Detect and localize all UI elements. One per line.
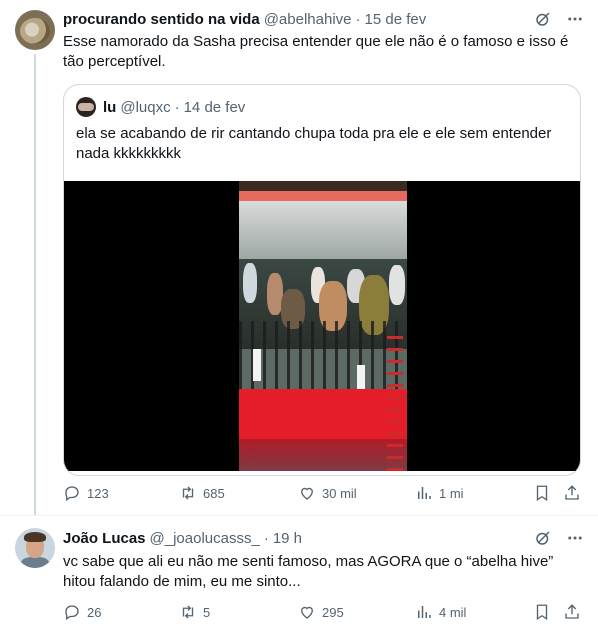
repost-button[interactable]: 5 — [179, 602, 210, 622]
like-count: 30 mil — [322, 485, 357, 501]
views-button[interactable]: 1 mi — [415, 483, 464, 503]
bookmark-button[interactable] — [533, 483, 551, 503]
share-icon — [565, 485, 579, 500]
views-icon — [418, 606, 431, 618]
reply-icon — [65, 605, 79, 621]
reply-icon — [65, 486, 79, 502]
tweet-text: vc sabe que ali eu não me senti famoso, … — [63, 553, 554, 590]
share-button[interactable] — [563, 602, 581, 622]
quoted-tweet[interactable]: lu @luqxc · 14 de fev ela se acabando de… — [63, 84, 581, 476]
separator: · — [174, 98, 180, 116]
author-name[interactable]: procurando sentido na vida — [63, 11, 260, 28]
heart-icon — [301, 606, 313, 619]
tweet-2[interactable]: João Lucas @_joaolucasss_ · 19 h vc sabe… — [0, 515, 598, 635]
repost-icon — [182, 486, 194, 500]
tweet-1[interactable]: procurando sentido na vida @abelhahive ·… — [0, 0, 598, 515]
quoted-author-handle: @luqxc — [120, 98, 171, 116]
quoted-video[interactable] — [64, 181, 580, 471]
author-handle[interactable]: @abelhahive — [264, 11, 352, 28]
tweet-actions: 123 685 30 mil 1 mi — [63, 483, 581, 503]
tweet-top-icons — [534, 10, 584, 28]
bookmark-button[interactable] — [533, 602, 551, 622]
avatar[interactable] — [15, 528, 55, 568]
quoted-avatar[interactable] — [76, 97, 96, 117]
share-button[interactable] — [563, 483, 581, 503]
video-frame — [239, 181, 407, 471]
like-button[interactable]: 295 — [298, 602, 344, 622]
view-count: 4 mil — [439, 604, 467, 620]
thread-line — [34, 54, 36, 515]
repost-button[interactable]: 685 — [179, 483, 225, 503]
tweet-date[interactable]: 19 h — [273, 530, 302, 547]
separator: · — [355, 10, 361, 28]
bookmark-icon — [536, 604, 548, 621]
quoted-text: ela se acabando de rir cantando chupa to… — [76, 125, 552, 162]
grok-icon[interactable] — [534, 10, 552, 28]
more-icon[interactable] — [566, 10, 584, 28]
tweet-date[interactable]: 15 de fev — [365, 11, 427, 28]
views-button[interactable]: 4 mil — [415, 602, 466, 622]
reply-count: 26 — [87, 604, 102, 620]
like-button[interactable]: 30 mil — [298, 483, 357, 503]
separator: · — [263, 529, 269, 547]
tweet-top-icons — [534, 529, 584, 547]
reply-count: 123 — [87, 485, 109, 501]
reply-button[interactable]: 26 — [63, 602, 101, 622]
author-handle[interactable]: @_joaolucasss_ — [150, 530, 260, 547]
author-name[interactable]: João Lucas — [63, 530, 146, 547]
tweet-header: procurando sentido na vida @abelhahive ·… — [63, 9, 426, 29]
tweet-actions: 26 5 295 4 mil — [63, 602, 581, 622]
bookmark-icon — [536, 485, 548, 502]
tweet-text: Esse namorado da Sasha precisa entender … — [63, 33, 569, 70]
quoted-author-name: lu — [103, 98, 117, 116]
grok-icon[interactable] — [534, 529, 552, 547]
more-icon[interactable] — [566, 529, 584, 547]
reply-button[interactable]: 123 — [63, 483, 109, 503]
repost-icon — [182, 605, 194, 619]
tweet-header: João Lucas @_joaolucasss_ · 19 h — [63, 528, 302, 548]
repost-count: 5 — [203, 604, 211, 620]
share-icon — [565, 604, 579, 619]
quoted-header: lu @luqxc · 14 de fev — [103, 97, 245, 117]
like-count: 295 — [322, 604, 344, 620]
heart-icon — [301, 487, 313, 500]
repost-count: 685 — [203, 485, 225, 501]
view-count: 1 mi — [439, 485, 464, 501]
quoted-date: 14 de fev — [183, 98, 246, 116]
views-icon — [418, 487, 431, 499]
avatar[interactable] — [15, 10, 55, 50]
